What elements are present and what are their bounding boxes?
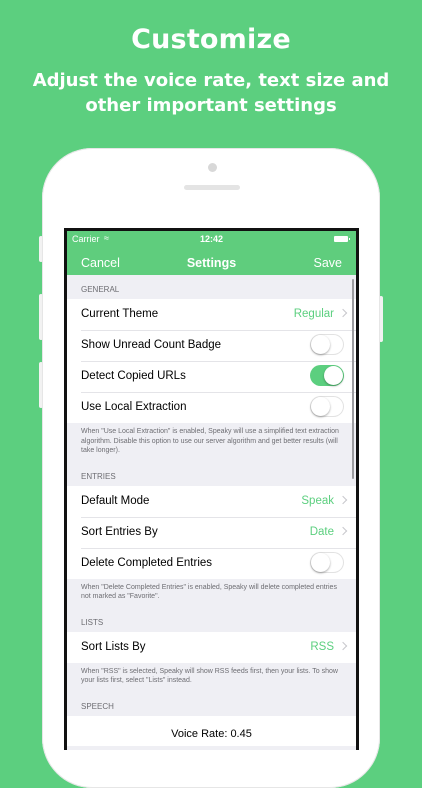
unread-badge-toggle[interactable] [310, 334, 344, 355]
settings-screen: Carrier ≈ 12:42 Cancel Settings Save GEN… [67, 231, 356, 750]
delete-completed-toggle[interactable] [310, 551, 344, 573]
navigation-bar: Carrier ≈ 12:42 Cancel Settings Save [67, 231, 356, 275]
section-header-entries: ENTRIES [81, 471, 116, 481]
sort-entries-label: Sort Entries By [81, 525, 158, 538]
delete-completed-label: Delete Completed Entries [81, 556, 213, 569]
sort-entries-row[interactable]: Sort Entries By Date [67, 516, 356, 548]
toggle-knob [311, 397, 330, 416]
chevron-right-icon [338, 526, 348, 535]
phone-camera [208, 163, 217, 172]
scrollbar[interactable] [351, 279, 354, 479]
general-footer-note: When "Use Local Extraction" is enabled, … [81, 428, 339, 454]
sort-lists-label: Sort Lists By [81, 640, 146, 653]
local-extraction-row: Use Local Extraction [67, 392, 356, 423]
section-header-lists: LISTS [81, 617, 104, 627]
general-group: Current Theme Regular Show Unread Count … [67, 299, 356, 423]
lists-group: Sort Lists By RSS [67, 631, 356, 663]
current-theme-row[interactable]: Current Theme Regular [67, 299, 356, 330]
toggle-knob [324, 366, 343, 385]
sort-entries-value: Date [309, 525, 334, 538]
default-mode-row[interactable]: Default Mode Speak [67, 486, 356, 517]
detect-urls-row: Detect Copied URLs [67, 361, 356, 392]
local-extraction-label: Use Local Extraction [81, 401, 187, 413]
chevron-right-icon [338, 495, 348, 504]
promo-title: Customize [131, 24, 291, 55]
toggle-knob [311, 552, 330, 572]
settings-list[interactable]: GENERAL Current Theme Regular Show Unrea… [67, 275, 356, 750]
lists-footer-note: When "RSS" is selected, Speaky will show… [81, 667, 338, 685]
phone-speaker [184, 185, 240, 190]
unread-badge-label: Show Unread Count Badge [81, 339, 222, 351]
entries-group: Default Mode Speak Sort Entries By Date … [67, 485, 356, 579]
chevron-right-icon [338, 308, 348, 318]
unread-badge-row: Show Unread Count Badge [67, 330, 356, 361]
sort-lists-value: RSS [310, 640, 334, 653]
delete-completed-row: Delete Completed Entries [67, 547, 356, 579]
default-mode-label: Default Mode [81, 494, 150, 507]
detect-urls-label: Detect Copied URLs [81, 370, 186, 382]
section-header-general: GENERAL [81, 285, 120, 294]
status-bar: Carrier ≈ 12:42 [67, 233, 356, 247]
entries-footer-note: When "Delete Completed Entries" is enabl… [81, 583, 337, 601]
phone-screen: Carrier ≈ 12:42 Cancel Settings Save GEN… [64, 228, 359, 750]
current-theme-label: Current Theme [81, 308, 159, 320]
save-button[interactable]: Save [314, 256, 343, 270]
detect-urls-toggle[interactable] [310, 365, 344, 386]
toggle-knob [311, 335, 330, 354]
section-header-speech: SPEECH [81, 701, 114, 711]
promo-subtitle: Adjust the voice rate, text size and oth… [32, 70, 390, 116]
status-time: 12:42 [199, 234, 224, 244]
local-extraction-toggle[interactable] [310, 396, 344, 417]
voice-rate-row: Voice Rate: 0.45 [67, 715, 356, 746]
sort-lists-row[interactable]: Sort Lists By RSS [67, 632, 356, 663]
battery-icon [334, 236, 350, 242]
chevron-right-icon [338, 641, 348, 650]
default-mode-value: Speak [301, 494, 334, 507]
voice-rate-label: Voice Rate: 0.45 [171, 727, 252, 740]
current-theme-value: Regular [293, 308, 334, 320]
